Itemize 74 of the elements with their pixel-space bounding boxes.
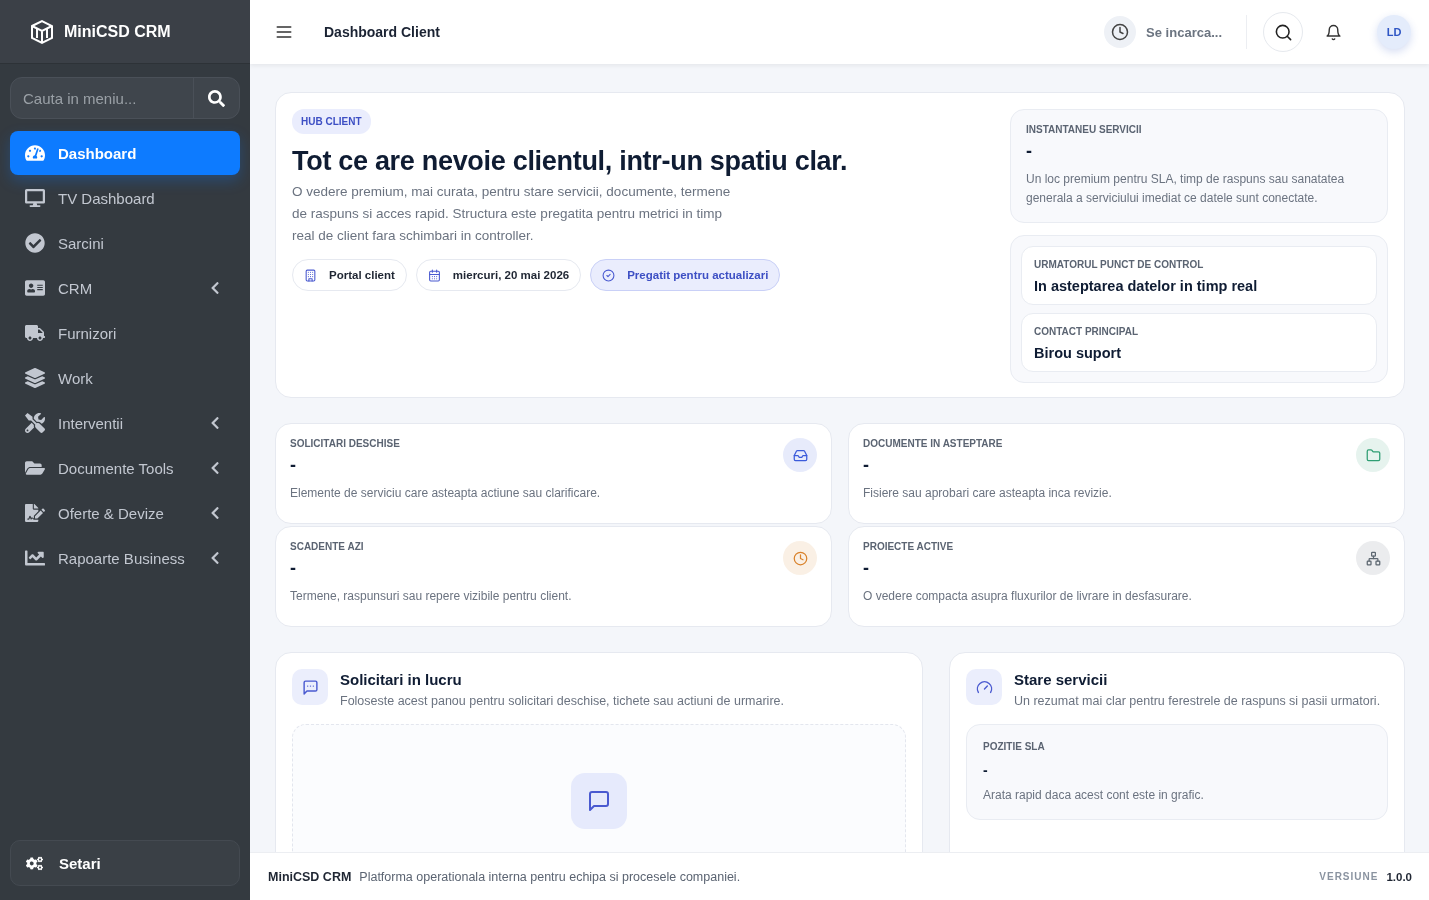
card-value: - (983, 762, 989, 778)
id-card-icon (24, 278, 46, 298)
gauge-icon (24, 143, 46, 163)
info-chip: Pregatit pentru actualizari (590, 259, 781, 291)
calendar-icon (427, 268, 441, 282)
sidebar-item[interactable]: CRM (10, 266, 240, 310)
panel-title: Stare servicii (1014, 671, 1109, 688)
monitor-icon (24, 188, 46, 208)
panel-title: Solicitari in lucru (340, 671, 463, 688)
clock-icon (1104, 16, 1137, 48)
search-icon (208, 89, 225, 107)
gauge-icon (966, 669, 1002, 705)
message-icon (571, 773, 627, 829)
card-label: POZITIE SLA (983, 741, 1046, 752)
footer-brand: MiniCSD CRM (268, 869, 352, 884)
panel-subtitle: Foloseste acest panou pentru solicitari deschise, tichete sau actiuni de urmarire. (340, 694, 784, 708)
info-chip: Portal client (292, 259, 407, 291)
sidebar-item[interactable]: Work (10, 356, 240, 400)
sidebar-item[interactable]: Interventii (10, 401, 240, 445)
stat-description: O vedere compacta asupra fluxurilor de livrare in desfasurare. (863, 588, 1193, 605)
stat-value: - (290, 558, 297, 579)
stat-label: SCADENTE AZI (290, 541, 365, 552)
line-chart-icon (24, 548, 46, 568)
stat-description: Fisiere sau aprobari care asteapta inca revizie. (863, 485, 1113, 502)
card-description: Un loc premium pentru SLA, timp de raspuns sau sanatatea generala a serviciului imediat ce datele sunt conectate. (1026, 171, 1346, 207)
search-icon (1273, 22, 1293, 42)
sidebar-item[interactable]: Documente Tools (10, 446, 240, 490)
stat-label: DOCUMENTE IN ASTEPTARE (863, 438, 1004, 449)
brand-name: MiniCSD CRM (64, 22, 171, 41)
tools-icon (24, 413, 46, 433)
panel-subtitle: Un rezumat mai clar pentru ferestrele de raspuns si pasii urmatori. (1014, 694, 1381, 708)
fact-label: CONTACT PRINCIPAL (1034, 326, 1140, 337)
folder-icon (24, 458, 46, 478)
sidebar-item[interactable]: Rapoarte Business (10, 536, 240, 580)
stat-label: SOLICITARI DESCHISE (290, 438, 401, 449)
stat-description: Elemente de serviciu care asteapta actiune sau clarificare. (290, 485, 602, 502)
chat-icon (292, 669, 328, 705)
sidebar-item[interactable]: Sarcini (10, 221, 240, 265)
stat-label: PROIECTE ACTIVE (863, 541, 955, 552)
hero-description: O vedere premium, mai curata, pentru stare servicii, documente, termene de raspuns si acces rapid. Structura este pregatita pentru metrici in timp real de client fara schimbari in controller. (292, 183, 732, 245)
bell-icon (1324, 23, 1342, 41)
sidebar-item[interactable]: Dashboard (10, 131, 240, 175)
document-pen-icon (24, 503, 46, 523)
check-icon (602, 268, 616, 282)
hero-title: Tot ce are nevoie clientul, intr-un spatiu clar. (292, 146, 848, 177)
stat-value: - (863, 455, 870, 476)
card-label: INSTANTANEU SERVICII (1026, 124, 1143, 135)
building-icon (304, 268, 317, 282)
stat-value: - (290, 455, 297, 476)
menu-search-field[interactable]: Cauta in meniu... (11, 78, 193, 118)
layers-icon (24, 368, 46, 388)
sidebar-item[interactable]: TV Dashboard (10, 176, 240, 220)
version-number: 1.0.0 (1386, 870, 1412, 883)
user-avatar[interactable]: LD (1377, 15, 1411, 49)
info-chip: miercuri, 20 mai 2026 (415, 259, 582, 291)
logo-icon (28, 17, 56, 46)
version-label: VERSIUNE (1319, 871, 1379, 882)
truck-icon (24, 323, 46, 343)
page-title: Dashboard Client (324, 24, 441, 40)
fact-label: URMATORUL PUNCT DE CONTROL (1034, 259, 1205, 270)
sidebar-item[interactable]: Furnizori (10, 311, 240, 355)
stat-description: Termene, raspunsuri sau repere vizibile pentru client. (290, 588, 573, 605)
card-value: - (1026, 141, 1033, 162)
hub-badge: HUB CLIENT (292, 109, 371, 134)
gears-icon (23, 854, 45, 872)
stat-value: - (863, 558, 870, 579)
settings-button[interactable]: Setari (10, 840, 240, 886)
card-description: Arata rapid daca acest cont este in grafic. (983, 787, 1205, 804)
clock-text: Se incarca... (1146, 24, 1222, 40)
fact-value: Birou suport (1034, 345, 1122, 361)
sidebar-item[interactable]: Oferte & Devize (10, 491, 240, 535)
menu-search-bar[interactable]: Cauta in meniu... (10, 77, 240, 119)
footer-text: Platforma operationala interna pentru echipa si procesele companiei. (359, 869, 742, 884)
fact-value: In asteptarea datelor in timp real (1034, 278, 1259, 294)
